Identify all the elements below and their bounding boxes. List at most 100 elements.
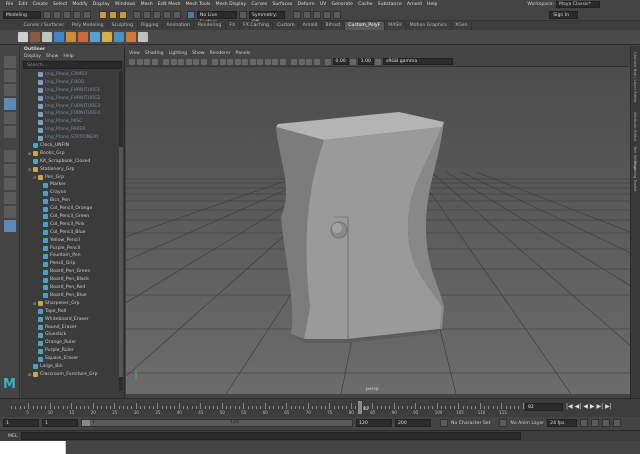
safe-action-icon[interactable] <box>200 58 207 65</box>
outliner-row[interactable]: ⊟ Pen_Grp <box>21 174 119 182</box>
mode-dropdown[interactable]: Modeling <box>3 10 41 19</box>
outliner-row[interactable]: Img_Plane_FURNITURE1 <box>21 87 119 95</box>
outliner-row[interactable]: Board_Pen_Blue <box>21 292 119 300</box>
tab-modeling-toolkit[interactable]: Modeling Toolkit <box>633 161 638 192</box>
outliner-row[interactable]: Img_Plane_CAM03 <box>21 71 119 79</box>
default-material-icon[interactable] <box>227 58 233 65</box>
undo-icon[interactable] <box>73 10 81 19</box>
current-time-indicator[interactable]: 82 <box>358 401 368 414</box>
outliner-menu-show[interactable]: Show <box>46 53 58 60</box>
outliner-search-input[interactable]: Search... <box>23 61 122 69</box>
wireframe-on-shaded-icon[interactable] <box>234 58 241 65</box>
viewport-menu-renderer[interactable]: Renderer <box>210 50 231 57</box>
command-language-label[interactable]: MEL <box>8 434 17 439</box>
grid-icon[interactable] <box>163 58 169 65</box>
image-plane-icon[interactable] <box>151 58 158 65</box>
outliner-row[interactable]: Marker <box>21 181 119 189</box>
viewport-menu-panels[interactable]: Panels <box>236 50 251 57</box>
go-to-start-icon[interactable]: |◀ <box>566 403 573 410</box>
menu-substance[interactable]: Substance <box>375 2 404 7</box>
snap-curve-icon[interactable] <box>143 10 151 19</box>
outliner-row[interactable]: ⊟ Stationery_Grp <box>21 166 119 174</box>
symmetry-dropdown[interactable]: Symmetry: Off <box>249 10 285 25</box>
outliner-row[interactable]: Whiteboard_Eraser <box>21 316 119 324</box>
outliner-row[interactable]: Img_Plane_FURNITURE2 <box>21 95 119 103</box>
shelf-tab-mash[interactable]: MASH <box>385 22 407 30</box>
render-settings-icon[interactable] <box>323 10 331 19</box>
menu-file[interactable]: File <box>3 2 16 7</box>
end-time-field[interactable]: 200 <box>395 419 431 427</box>
shelf-tool-icon[interactable] <box>78 32 88 42</box>
audio-icon[interactable] <box>591 419 600 427</box>
menu-create[interactable]: Create <box>30 2 50 7</box>
snap-point-icon[interactable] <box>153 10 161 19</box>
time-slider[interactable]: 5 10 15 20 25 30 35 40 45 50 55 60 65 70 75 80 85 90 95 100… <box>0 398 640 417</box>
textured-icon[interactable] <box>242 58 248 65</box>
menu-mesh[interactable]: Mesh <box>138 2 155 7</box>
anim-prefs-icon[interactable] <box>613 419 622 427</box>
motion-blur-icon[interactable] <box>272 58 278 65</box>
menu-edit-mesh[interactable]: Edit Mesh <box>155 2 183 7</box>
outliner-row[interactable]: ⊞ Classroom_Furniture_Grp <box>21 371 119 379</box>
xray-components-icon[interactable] <box>313 58 320 65</box>
outliner-menu-display[interactable]: Display <box>24 53 41 60</box>
outliner-row[interactable]: Img_Plane_PAPER <box>21 126 119 134</box>
playback-end-field[interactable]: 120 <box>356 419 392 427</box>
anim-layer-label[interactable]: No Anim Layer <box>510 421 544 426</box>
menu-deform[interactable]: Deform <box>295 2 317 7</box>
menu-arnold[interactable]: Arnold <box>404 2 424 7</box>
outliner-row[interactable]: ⊞ Books_Grp <box>21 150 119 158</box>
shelf-tool-icon[interactable] <box>90 32 100 42</box>
outliner-row[interactable]: Fountain_Pen <box>21 252 119 260</box>
outliner-row[interactable]: Crayon <box>21 189 119 197</box>
menu-windows[interactable]: Windows <box>112 2 138 7</box>
outliner-row[interactable]: Tape_Roll <box>21 308 119 316</box>
outliner-row[interactable]: Img_Plane_FURNITURE3 <box>21 103 119 111</box>
outliner-row[interactable]: Img_Plane_MISC <box>21 118 119 126</box>
scale-tool-icon[interactable] <box>4 126 16 138</box>
go-to-end-icon[interactable]: ▶| <box>605 403 612 410</box>
menu-curves[interactable]: Curves <box>249 2 270 7</box>
outliner-row[interactable]: Img_Plane_FOOD <box>21 79 119 87</box>
gamma-icon[interactable] <box>350 58 357 65</box>
persp-graph-icon[interactable] <box>4 192 16 204</box>
symmetry-icon[interactable] <box>239 10 247 19</box>
color-management-icon[interactable] <box>375 58 382 65</box>
menu-surfaces[interactable]: Surfaces <box>270 2 295 7</box>
character-set-icon[interactable] <box>440 419 448 427</box>
shelf-tab-fx[interactable]: FX <box>226 22 240 30</box>
outliner-row[interactable]: Img_Plane_FURNITURE4 <box>21 110 119 118</box>
expand-toggle-icon[interactable]: ⊞ <box>33 300 37 308</box>
select-hierarchy-icon[interactable] <box>99 10 107 19</box>
anim-layer-icon[interactable] <box>499 419 508 427</box>
shelf-tool-icon[interactable] <box>66 32 76 42</box>
tab-attribute-editor[interactable]: Attribute Editor <box>633 112 638 141</box>
shelf-tab-custom[interactable]: Custom <box>273 22 300 30</box>
snap-grid-icon[interactable] <box>133 10 141 19</box>
use-all-lights-icon[interactable] <box>249 58 256 65</box>
shelf-tab-sculpting[interactable]: Sculpting <box>108 22 138 30</box>
smooth-shade-icon[interactable] <box>219 58 226 65</box>
select-component-icon[interactable] <box>119 10 127 19</box>
shelf-tool-icon[interactable] <box>18 32 28 42</box>
start-time-field[interactable]: 1 <box>3 419 39 427</box>
bookmark-icon[interactable] <box>144 58 150 65</box>
viewport-menu-lighting[interactable]: Lighting <box>169 50 188 57</box>
outliner-row[interactable]: Round_Eraser <box>21 324 119 332</box>
rotate-tool-icon[interactable] <box>4 112 16 124</box>
expand-toggle-icon[interactable]: ⊞ <box>28 371 32 379</box>
outliner-row[interactable]: Square_Eraser <box>21 355 119 363</box>
shelf-tool-icon[interactable] <box>54 32 64 42</box>
color-space-dropdown[interactable]: sRGB gamma <box>382 58 453 65</box>
shelf-tool-icon[interactable] <box>126 32 136 42</box>
select-tool-icon[interactable] <box>4 56 16 68</box>
step-forward-key-icon[interactable]: ▶| <box>597 403 604 410</box>
outliner-row[interactable]: Kit_Scrapbook_Closed <box>21 158 119 166</box>
four-view-icon[interactable] <box>4 164 16 176</box>
shelf-tool-icon[interactable] <box>30 32 40 42</box>
camera-attr-icon[interactable] <box>136 58 143 65</box>
viewport-menu-view[interactable]: View <box>129 50 140 57</box>
camera-select-icon[interactable] <box>129 58 135 65</box>
expand-toggle-icon[interactable]: ⊟ <box>33 174 37 182</box>
outliner-row[interactable]: Large_Bin <box>21 363 119 371</box>
